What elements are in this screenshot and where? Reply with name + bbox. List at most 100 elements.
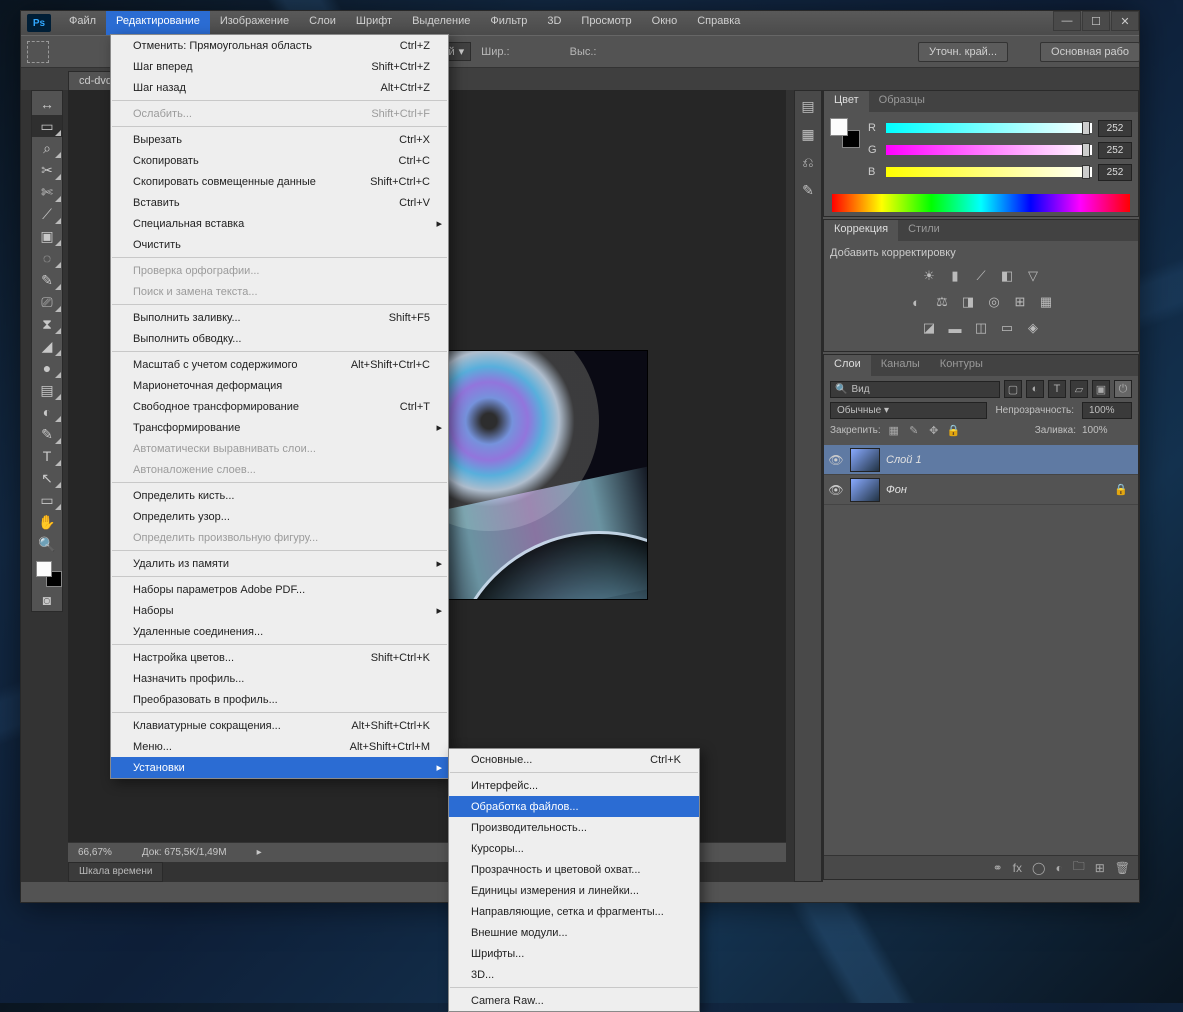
- tool-14[interactable]: ◐: [32, 401, 62, 423]
- menu-item[interactable]: Направляющие, сетка и фрагменты...: [449, 901, 699, 922]
- lock-transparent-icon[interactable]: ▦: [887, 423, 901, 437]
- layer-thumbnail[interactable]: [850, 448, 880, 472]
- filter-shape-icon[interactable]: ▱: [1070, 380, 1088, 398]
- b-value[interactable]: 252: [1098, 164, 1132, 181]
- menu-item[interactable]: Клавиатурные сокращения...Alt+Shift+Ctrl…: [111, 715, 448, 736]
- menu-item[interactable]: Camera Raw...: [449, 990, 699, 1011]
- posterize-icon[interactable]: ▬: [946, 319, 964, 337]
- menu-изображение[interactable]: Изображение: [210, 11, 299, 35]
- tool-4[interactable]: ✄: [32, 181, 62, 203]
- tool-3[interactable]: ✂: [32, 159, 62, 181]
- menu-item[interactable]: Удалить из памяти: [111, 553, 448, 574]
- menu-item[interactable]: Определить кисть...: [111, 485, 448, 506]
- brightness-icon[interactable]: ☀: [920, 267, 938, 285]
- layer-group-icon[interactable]: 🗀: [1073, 857, 1085, 878]
- tab-adjustments[interactable]: Коррекция: [824, 220, 898, 241]
- levels-icon[interactable]: ▮: [946, 267, 964, 285]
- gradient-map-icon[interactable]: ▭: [998, 319, 1016, 337]
- layer-filter-select[interactable]: 🔍 Вид: [830, 381, 1000, 398]
- photo-filter-icon[interactable]: ◎: [985, 293, 1003, 311]
- tool-19[interactable]: ✋: [32, 511, 62, 533]
- r-slider[interactable]: [886, 123, 1092, 133]
- visibility-icon[interactable]: 👁: [828, 483, 844, 497]
- link-layers-icon[interactable]: ⚭: [993, 861, 1003, 875]
- filter-smart-icon[interactable]: ▣: [1092, 380, 1110, 398]
- menu-item[interactable]: Основные...Ctrl+K: [449, 749, 699, 770]
- lookup-icon[interactable]: ▦: [1037, 293, 1055, 311]
- opacity-input[interactable]: 100%: [1082, 402, 1132, 419]
- menu-окно[interactable]: Окно: [642, 11, 688, 35]
- libraries-panel-icon[interactable]: ⎌: [795, 149, 821, 175]
- tab-swatches[interactable]: Образцы: [869, 91, 935, 112]
- g-value[interactable]: 252: [1098, 142, 1132, 159]
- minimize-button[interactable]: —: [1053, 11, 1081, 31]
- menu-просмотр[interactable]: Просмотр: [571, 11, 641, 35]
- tab-color[interactable]: Цвет: [824, 91, 869, 112]
- menu-item[interactable]: Шрифты...: [449, 943, 699, 964]
- menu-item[interactable]: Выполнить заливку...Shift+F5: [111, 307, 448, 328]
- menu-выделение[interactable]: Выделение: [402, 11, 480, 35]
- menu-item[interactable]: Выполнить обводку...: [111, 328, 448, 349]
- history-panel-icon[interactable]: ▤: [795, 93, 821, 119]
- menu-фильтр[interactable]: Фильтр: [480, 11, 537, 35]
- menu-item[interactable]: Очистить: [111, 234, 448, 255]
- layer-blend-select[interactable]: Обычные ▾: [830, 402, 987, 419]
- brush-panel-icon[interactable]: ✎: [795, 177, 821, 203]
- menu-item[interactable]: Скопировать совмещенные данныеShift+Ctrl…: [111, 171, 448, 192]
- menu-item[interactable]: Преобразовать в профиль...: [111, 689, 448, 710]
- menu-item[interactable]: Специальная вставка: [111, 213, 448, 234]
- layer-name[interactable]: Слой 1: [886, 454, 922, 466]
- layer-thumbnail[interactable]: [850, 478, 880, 502]
- menu-item[interactable]: СкопироватьCtrl+C: [111, 150, 448, 171]
- tool-18[interactable]: ▭: [32, 489, 62, 511]
- tool-9[interactable]: ⎚: [32, 291, 62, 313]
- layer-name[interactable]: Фон: [886, 484, 907, 496]
- tab-styles[interactable]: Стили: [898, 220, 950, 241]
- chevron-right-icon[interactable]: ▸: [257, 847, 262, 858]
- vibrance-icon[interactable]: ▽: [1024, 267, 1042, 285]
- menu-item[interactable]: Единицы измерения и линейки...: [449, 880, 699, 901]
- g-slider[interactable]: [886, 145, 1092, 155]
- menu-item[interactable]: Свободное трансформированиеCtrl+T: [111, 396, 448, 417]
- menu-item[interactable]: Определить узор...: [111, 506, 448, 527]
- menu-item[interactable]: Шаг впередShift+Ctrl+Z: [111, 56, 448, 77]
- tab-paths[interactable]: Контуры: [930, 355, 993, 376]
- layer-item[interactable]: 👁Слой 1: [824, 445, 1138, 475]
- timeline-tab[interactable]: Шкала времени: [68, 862, 163, 882]
- tool-20[interactable]: 🔍: [32, 533, 62, 555]
- threshold-icon[interactable]: ◫: [972, 319, 990, 337]
- b-slider[interactable]: [886, 167, 1092, 177]
- menu-item[interactable]: Трансформирование: [111, 417, 448, 438]
- adjustment-layer-icon[interactable]: ◐: [1055, 861, 1062, 875]
- quick-mask-icon[interactable]: ◙: [32, 589, 62, 611]
- menu-item[interactable]: Интерфейс...: [449, 775, 699, 796]
- lock-position-icon[interactable]: ✥: [927, 423, 941, 437]
- menu-item[interactable]: Шаг назадAlt+Ctrl+Z: [111, 77, 448, 98]
- lock-all-icon[interactable]: 🔒: [947, 423, 961, 437]
- menu-item[interactable]: Удаленные соединения...: [111, 621, 448, 642]
- close-button[interactable]: ✕: [1111, 11, 1139, 31]
- selective-color-icon[interactable]: ◈: [1024, 319, 1042, 337]
- bw-icon[interactable]: ◨: [959, 293, 977, 311]
- menu-редактирование[interactable]: Редактирование: [106, 11, 210, 35]
- menu-item[interactable]: Обработка файлов...: [449, 796, 699, 817]
- menu-item[interactable]: Производительность...: [449, 817, 699, 838]
- fg-bg-swatch[interactable]: [830, 118, 860, 148]
- menu-item[interactable]: Курсоры...: [449, 838, 699, 859]
- tool-0[interactable]: ↔: [32, 93, 62, 115]
- tool-10[interactable]: ⧗: [32, 313, 62, 335]
- layer-mask-icon[interactable]: ◯: [1032, 861, 1045, 875]
- filter-adjust-icon[interactable]: ◐: [1026, 380, 1044, 398]
- filter-type-icon[interactable]: T: [1048, 380, 1066, 398]
- menu-файл[interactable]: Файл: [59, 11, 106, 35]
- tool-13[interactable]: ▤: [32, 379, 62, 401]
- menu-item[interactable]: Настройка цветов...Shift+Ctrl+K: [111, 647, 448, 668]
- delete-layer-icon[interactable]: 🗑: [1115, 861, 1130, 875]
- menu-item[interactable]: Отменить: Прямоугольная областьCtrl+Z: [111, 35, 448, 56]
- curves-icon[interactable]: ⟋: [972, 267, 990, 285]
- tool-7[interactable]: ◌: [32, 247, 62, 269]
- zoom-level[interactable]: 66,67%: [78, 847, 112, 858]
- workspace-button[interactable]: Основная рабо: [1040, 42, 1140, 62]
- spectrum-picker[interactable]: [832, 194, 1130, 212]
- menu-item[interactable]: Назначить профиль...: [111, 668, 448, 689]
